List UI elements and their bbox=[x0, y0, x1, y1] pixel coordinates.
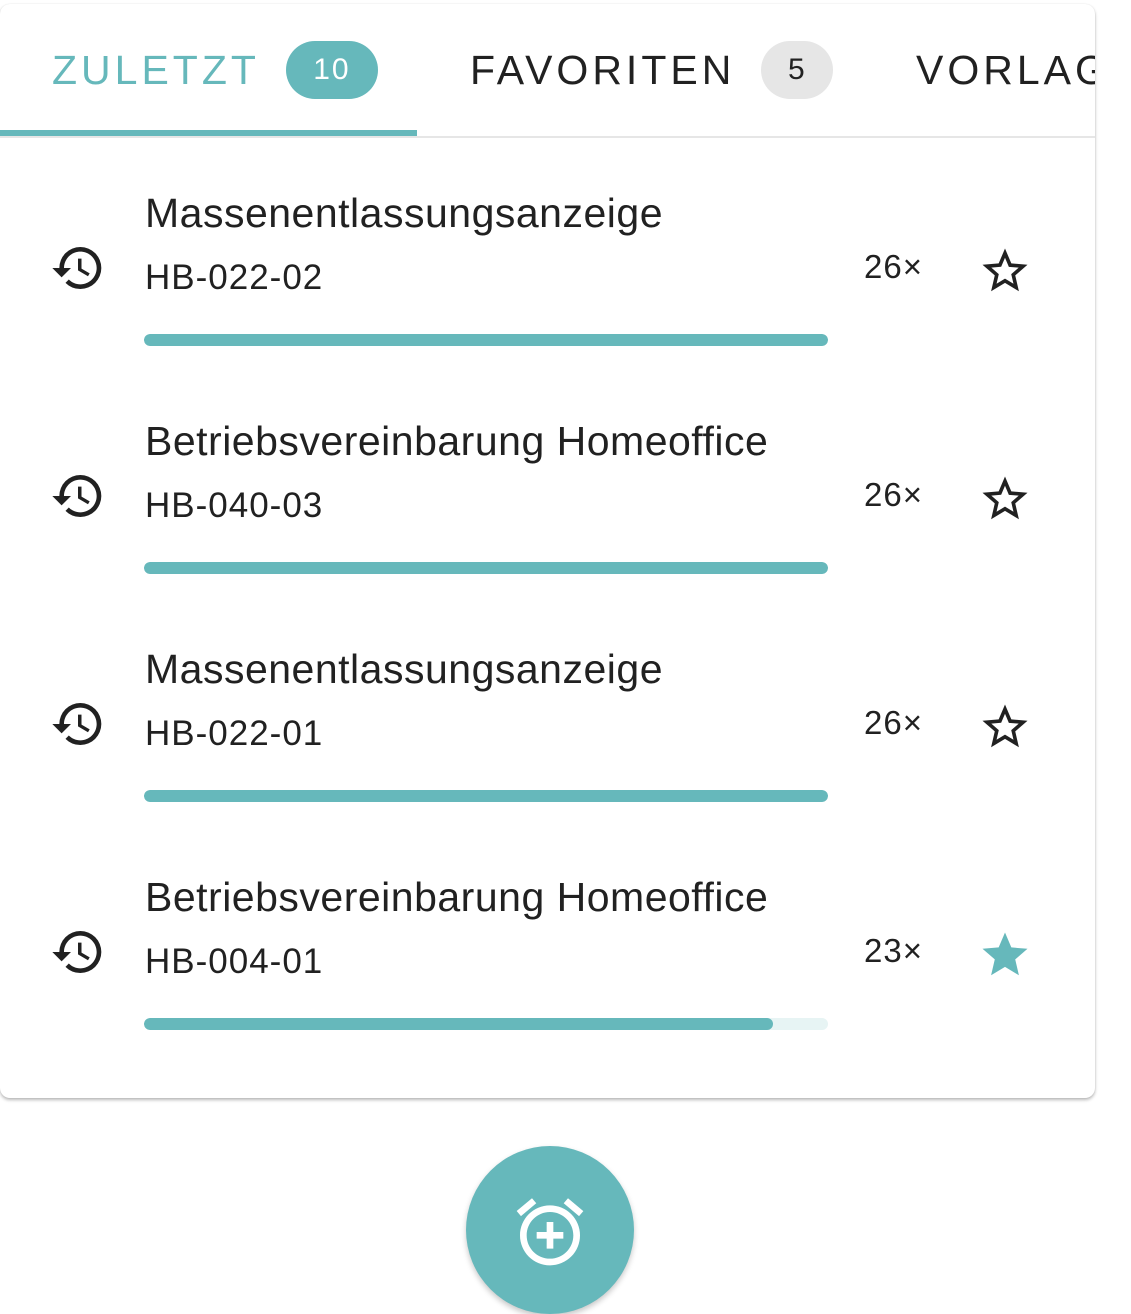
item-code: HB-040-03 bbox=[145, 486, 324, 525]
list-item[interactable]: Betriebsvereinbarung Homeoffice HB-040-0… bbox=[0, 366, 1095, 594]
tab-vorlagen-label: VORLAG bbox=[916, 46, 1095, 93]
add-alarm-icon bbox=[516, 1198, 584, 1266]
usage-count: 26× bbox=[864, 248, 923, 285]
tab-favoriten-label: FAVORITEN bbox=[470, 46, 736, 93]
tab-favoriten-badge: 5 bbox=[761, 41, 834, 99]
tab-zuletzt-label: ZULETZT bbox=[52, 46, 260, 93]
history-icon bbox=[52, 931, 102, 973]
item-title: Betriebsvereinbarung Homeoffice bbox=[145, 418, 769, 464]
usage-count: 26× bbox=[864, 704, 923, 741]
star-outline-icon[interactable] bbox=[978, 244, 1032, 298]
history-icon bbox=[52, 247, 102, 290]
tab-bar: ZULETZT 10 FAVORITEN 5 VORLAG bbox=[0, 4, 1095, 138]
history-icon bbox=[52, 703, 102, 745]
recent-documents-card: ZULETZT 10 FAVORITEN 5 VORLAG Massenentl… bbox=[0, 4, 1095, 1098]
usage-count: 26× bbox=[864, 476, 923, 513]
progress-fill bbox=[144, 562, 828, 574]
star-filled-icon[interactable] bbox=[978, 928, 1032, 982]
list-item[interactable]: Massenentlassungsanzeige HB-022-02 26× bbox=[0, 138, 1095, 366]
list-item[interactable]: Massenentlassungsanzeige HB-022-01 26× bbox=[0, 594, 1095, 822]
progress-fill bbox=[144, 334, 828, 346]
progress-bar bbox=[144, 1018, 828, 1030]
add-alarm-button[interactable] bbox=[466, 1146, 634, 1314]
star-outline-icon[interactable] bbox=[978, 700, 1032, 754]
progress-bar bbox=[144, 790, 828, 802]
usage-count: 23× bbox=[864, 932, 923, 969]
progress-fill bbox=[144, 1018, 774, 1030]
active-tab-indicator bbox=[0, 130, 417, 136]
item-title: Betriebsvereinbarung Homeoffice bbox=[145, 874, 769, 920]
progress-fill bbox=[144, 790, 828, 802]
item-code: HB-022-02 bbox=[145, 258, 324, 297]
tab-zuletzt-badge: 10 bbox=[285, 41, 378, 99]
tab-vorlagen[interactable]: VORLAG bbox=[916, 4, 1095, 136]
tab-zuletzt[interactable]: ZULETZT 10 bbox=[52, 4, 378, 136]
item-code: HB-004-01 bbox=[145, 942, 324, 981]
list-item[interactable]: Betriebsvereinbarung Homeoffice HB-004-0… bbox=[0, 822, 1095, 1050]
progress-bar bbox=[144, 334, 828, 346]
item-title: Massenentlassungsanzeige bbox=[145, 190, 663, 236]
tab-favoriten[interactable]: FAVORITEN 5 bbox=[470, 4, 834, 136]
history-icon bbox=[52, 475, 102, 517]
progress-bar bbox=[144, 562, 828, 574]
star-outline-icon[interactable] bbox=[978, 472, 1032, 526]
item-title: Massenentlassungsanzeige bbox=[145, 646, 663, 692]
item-code: HB-022-01 bbox=[145, 714, 324, 753]
